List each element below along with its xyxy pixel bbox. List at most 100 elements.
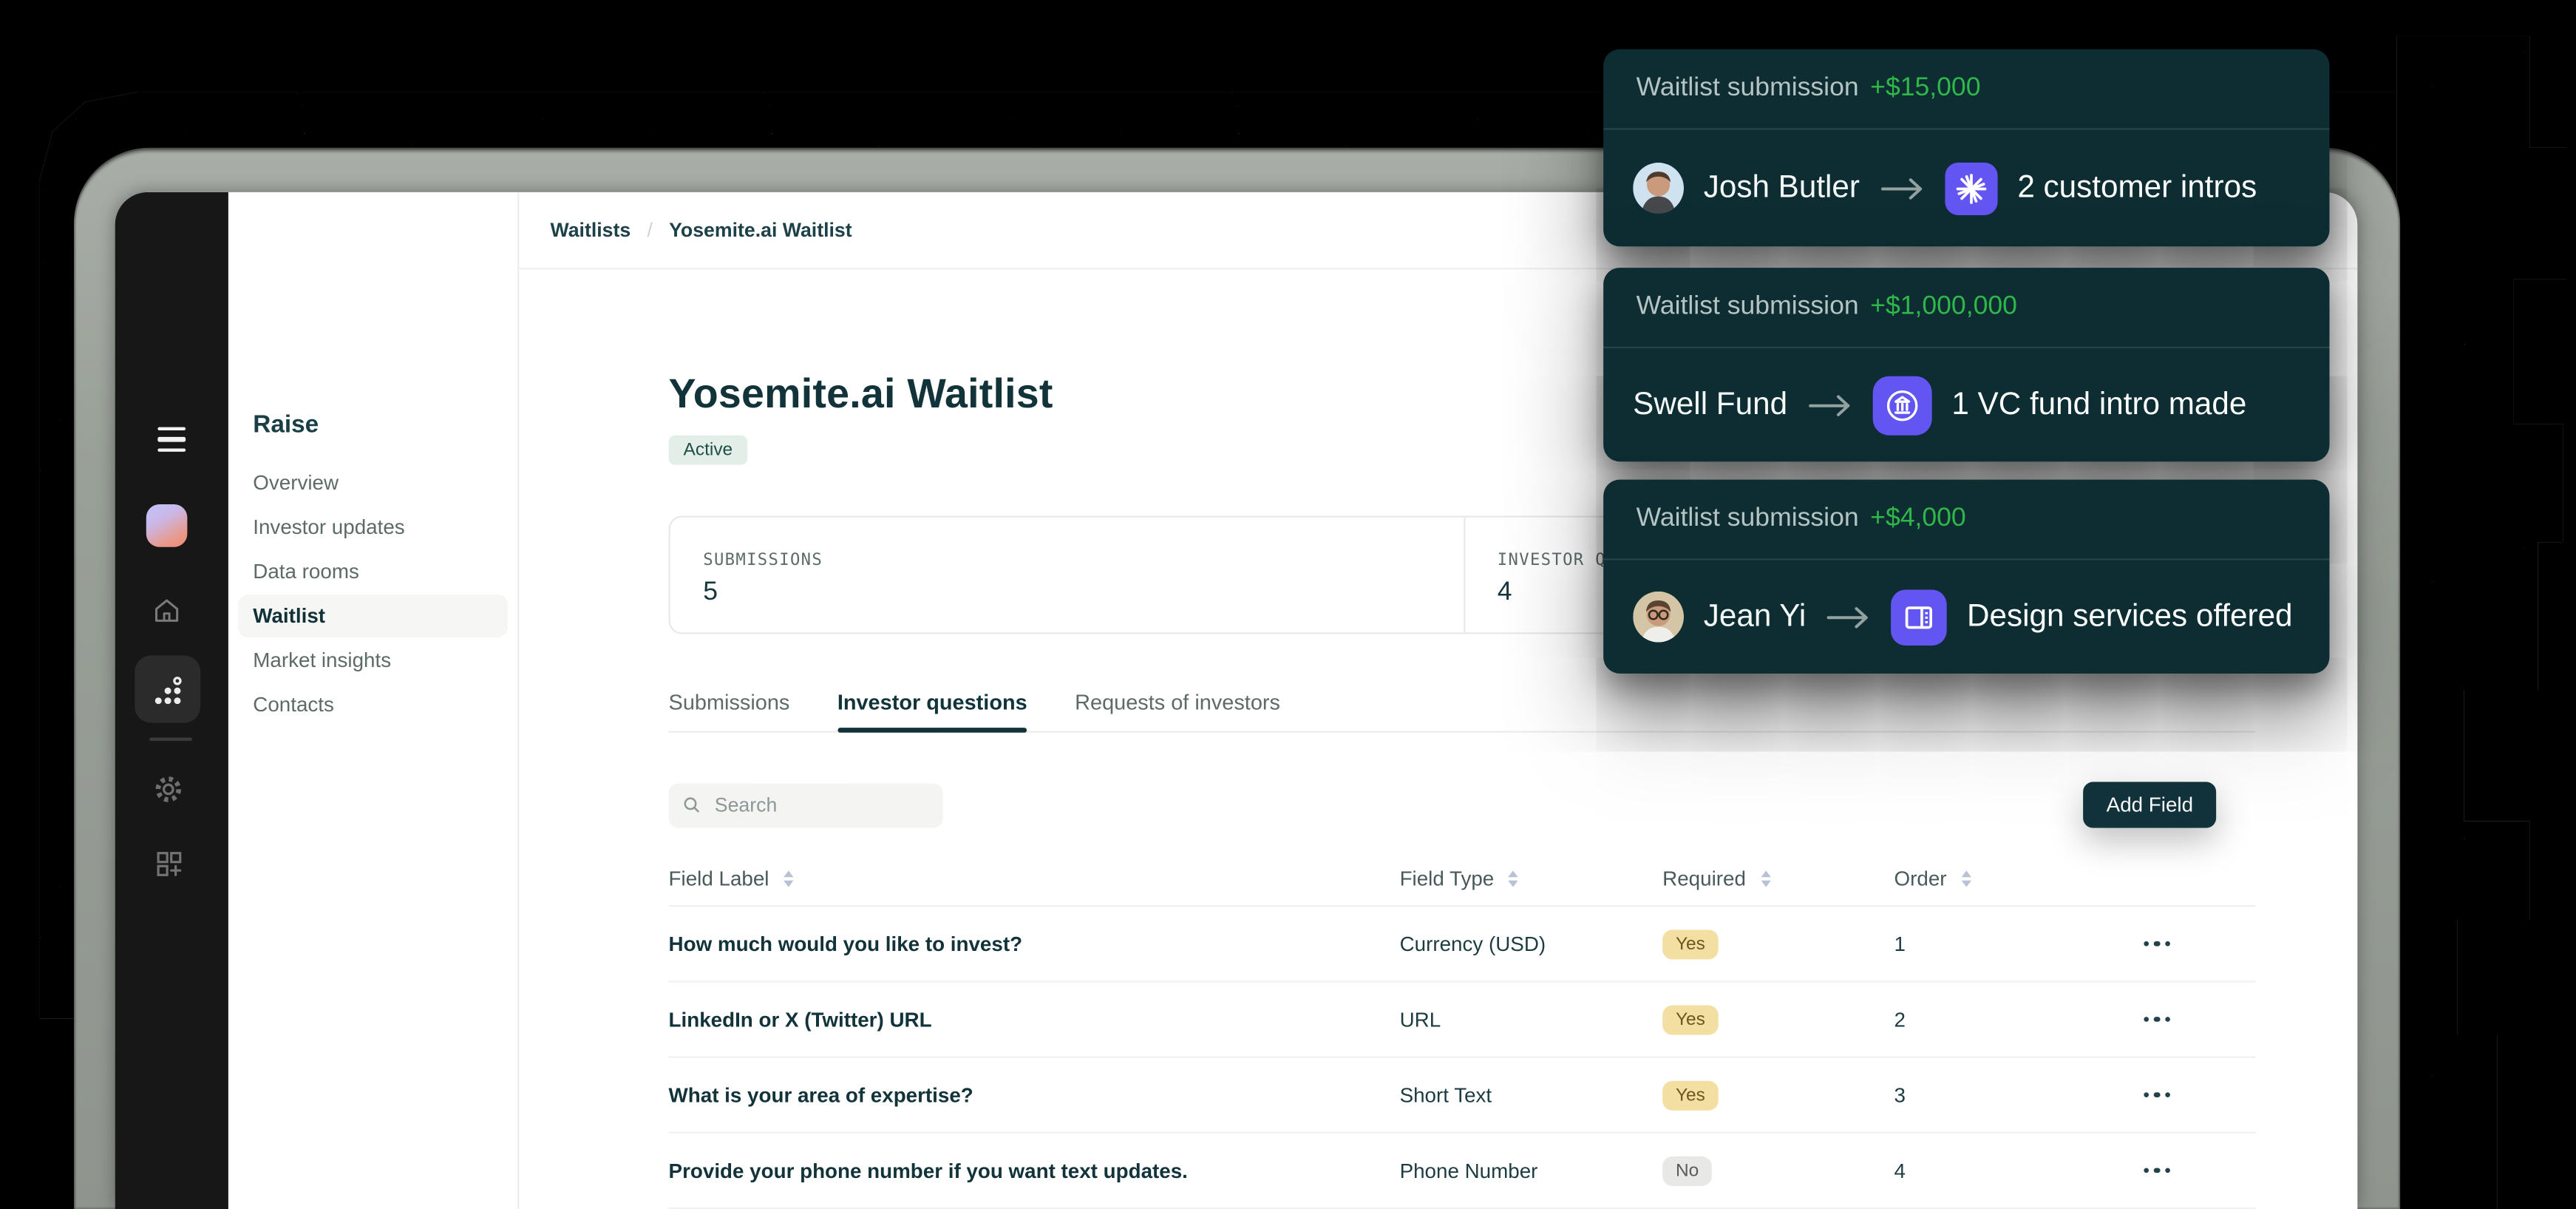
- stat-submissions: SUBMISSIONS 5: [670, 518, 1463, 633]
- field-type: Phone Number: [1400, 1159, 1663, 1182]
- search-box[interactable]: [669, 783, 943, 827]
- tab-submissions[interactable]: Submissions: [669, 690, 790, 731]
- column-label: Order: [1894, 867, 1947, 890]
- column-field-label: Field Label: [669, 867, 1400, 890]
- reward-text: Design services offered: [1967, 599, 2293, 635]
- field-type: URL: [1400, 1008, 1663, 1031]
- sort-icon[interactable]: [1962, 870, 1971, 886]
- row-actions-icon[interactable]: [2144, 1017, 2171, 1023]
- fields-table: Field Label Field Type Required Ord: [669, 851, 2256, 1209]
- actor-name: Jean Yi: [1704, 599, 1807, 635]
- sidebar-item-waitlist[interactable]: Waitlist: [238, 595, 507, 637]
- sidebar-nav: Overview Investor updates Data rooms Wai…: [228, 461, 517, 728]
- avatar: [1633, 163, 1684, 214]
- waitlist-toast[interactable]: Waitlist submission +$15,000 Josh Butler: [1603, 50, 2329, 247]
- reward-text: 1 VC fund intro made: [1951, 387, 2246, 423]
- product-name: Raise: [253, 410, 319, 438]
- stat-value: 5: [703, 578, 1463, 608]
- add-apps-icon[interactable]: [153, 847, 186, 880]
- reward-text: 2 customer intros: [2017, 170, 2257, 206]
- raise-module-icon[interactable]: [135, 655, 200, 722]
- search-input[interactable]: [711, 792, 898, 819]
- waitlist-toast[interactable]: Waitlist submission +$1,000,000 Swell Fu…: [1603, 268, 2329, 461]
- toast-amount: +$15,000: [1870, 74, 1980, 104]
- toast-body: Josh Butler 2 customer intros: [1603, 129, 2329, 246]
- breadcrumb-separator: /: [647, 218, 652, 241]
- tab-investor-questions[interactable]: Investor questions: [837, 690, 1027, 731]
- bank-icon: [1873, 376, 1932, 435]
- marketing-scene: Raise Overview Investor updates Data roo…: [0, 0, 2576, 1209]
- field-label: Provide your phone number if you want te…: [669, 1159, 1400, 1182]
- column-field-type: Field Type: [1400, 867, 1663, 890]
- column-label: Required: [1662, 867, 1746, 890]
- arrow-right-icon: [1880, 175, 1926, 202]
- arrow-right-icon: [1826, 603, 1872, 630]
- tab-bar: Submissions Investor questions Requests …: [669, 690, 2256, 733]
- field-type: Short Text: [1400, 1083, 1663, 1106]
- order-value: 3: [1894, 1083, 2092, 1106]
- sidebar-item-investor-updates[interactable]: Investor updates: [238, 506, 507, 549]
- home-icon[interactable]: [151, 595, 182, 626]
- sidebar-item-data-rooms[interactable]: Data rooms: [238, 550, 507, 593]
- table-toolbar: Add Field: [669, 782, 2256, 827]
- rail-divider: [149, 737, 192, 740]
- stat-label: SUBMISSIONS: [703, 552, 1463, 569]
- sidebar-item-overview[interactable]: Overview: [238, 461, 507, 504]
- table-row: How much would you like to invest? Curre…: [669, 907, 2256, 982]
- actor-name: Swell Fund: [1633, 387, 1787, 423]
- field-label: What is your area of expertise?: [669, 1083, 1400, 1106]
- toast-header: Waitlist submission +$4,000: [1603, 480, 2329, 561]
- actor-name: Josh Butler: [1704, 170, 1860, 206]
- sidebar-item-contacts[interactable]: Contacts: [238, 683, 507, 726]
- toast-title: Waitlist submission: [1637, 504, 1859, 534]
- sidebar-item-market-insights[interactable]: Market insights: [238, 639, 507, 682]
- toast-body: Swell Fund 1 VC fund intro made: [1603, 348, 2329, 461]
- column-label: Field Type: [1400, 867, 1495, 890]
- required-badge: Yes: [1662, 929, 1718, 959]
- required-badge: Yes: [1662, 1006, 1718, 1035]
- order-value: 2: [1894, 1008, 2092, 1031]
- sort-icon[interactable]: [1509, 870, 1518, 886]
- row-actions-icon[interactable]: [2144, 1168, 2171, 1174]
- sidebar: Raise Overview Investor updates Data roo…: [228, 192, 519, 1209]
- required-badge: Yes: [1662, 1081, 1718, 1111]
- status-badge: Active: [669, 436, 748, 465]
- add-field-button[interactable]: Add Field: [2084, 782, 2217, 827]
- column-required: Required: [1662, 867, 1894, 890]
- toast-header: Waitlist submission +$1,000,000: [1603, 268, 2329, 348]
- field-label: How much would you like to invest?: [669, 932, 1400, 955]
- field-label: LinkedIn or X (Twitter) URL: [669, 1008, 1400, 1031]
- row-actions-icon[interactable]: [2144, 941, 2171, 946]
- table-row: What is your area of expertise? Short Te…: [669, 1058, 2256, 1134]
- toast-body: Jean Yi Design services offered: [1603, 561, 2329, 674]
- toast-title: Waitlist submission: [1637, 74, 1859, 104]
- table-row: Provide your phone number if you want te…: [669, 1134, 2256, 1209]
- sort-icon[interactable]: [784, 870, 793, 886]
- breadcrumb-current: Yosemite.ai Waitlist: [669, 218, 852, 241]
- waitlist-toast[interactable]: Waitlist submission +$4,000: [1603, 480, 2329, 674]
- app-logo[interactable]: [146, 504, 188, 547]
- layout-panel-icon: [1892, 589, 1948, 645]
- toast-amount: +$1,000,000: [1870, 292, 2017, 322]
- table-header: Field Label Field Type Required Ord: [669, 851, 2256, 907]
- sort-icon[interactable]: [1761, 870, 1770, 886]
- required-badge: No: [1662, 1156, 1712, 1186]
- arrow-right-icon: [1807, 392, 1853, 419]
- avatar: [1633, 592, 1684, 643]
- menu-button[interactable]: [156, 427, 186, 452]
- toast-title: Waitlist submission: [1637, 292, 1859, 322]
- order-value: 4: [1894, 1159, 2092, 1182]
- settings-gear-icon[interactable]: [151, 772, 186, 807]
- row-actions-icon[interactable]: [2144, 1092, 2171, 1098]
- toast-amount: +$4,000: [1870, 504, 1966, 534]
- field-type: Currency (USD): [1400, 932, 1663, 955]
- column-label: Field Label: [669, 867, 769, 890]
- tab-requests-of-investors[interactable]: Requests of investors: [1075, 690, 1280, 731]
- starburst-icon: [1945, 162, 1998, 214]
- search-icon: [682, 795, 701, 815]
- column-order: Order: [1894, 867, 2092, 890]
- toast-header: Waitlist submission +$15,000: [1603, 50, 2329, 130]
- table-row: LinkedIn or X (Twitter) URL URL Yes 2: [669, 982, 2256, 1057]
- order-value: 1: [1894, 932, 2092, 955]
- breadcrumb-parent[interactable]: Waitlists: [551, 218, 631, 241]
